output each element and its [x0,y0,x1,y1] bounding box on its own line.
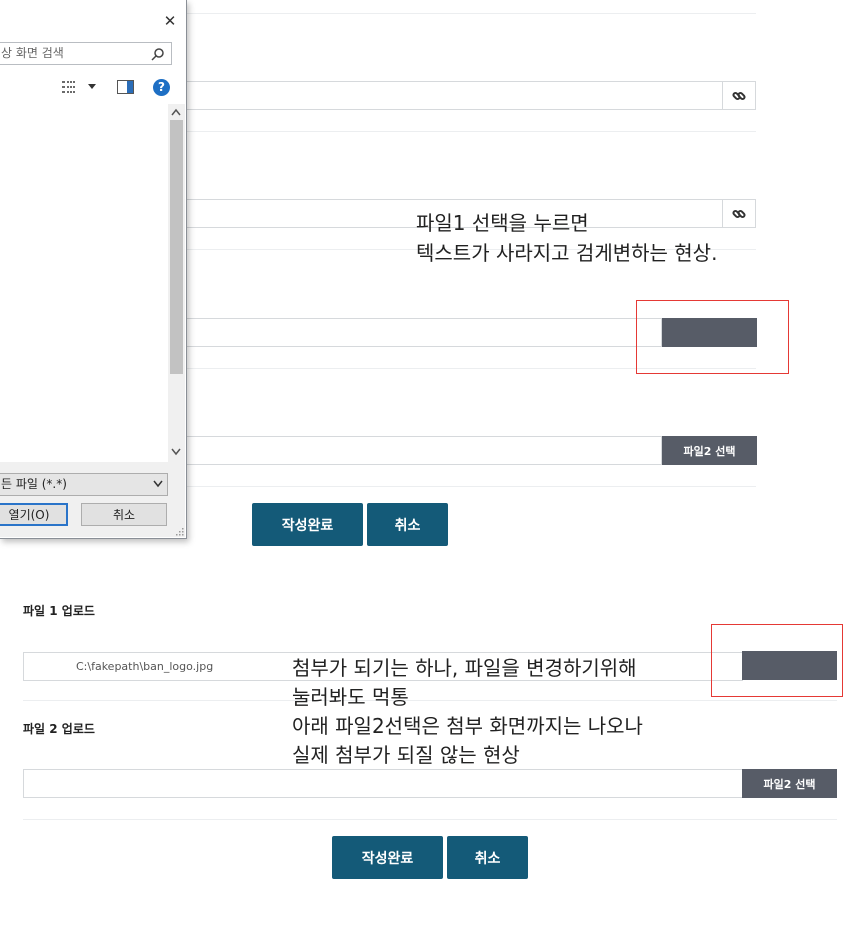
link-icon [732,91,746,100]
annotation-note: 첨부가 되기는 하나, 파일을 변경하기위해 눌러봐도 먹통 아래 파일2선택은… [292,654,643,770]
file1-path-field[interactable] [150,318,662,347]
scrollbar-thumb[interactable] [170,120,183,374]
file-open-dialog: ✕ 상 화면 검색 ? 든 파일 (*.*) 열기(O) 취소 [0,0,187,539]
annotation-line: 텍스트가 사라지고 검게변하는 현상. [416,241,718,265]
dialog-cancel-button[interactable]: 취소 [81,503,167,526]
cancel-button[interactable]: 취소 [367,503,448,546]
resize-grip-icon[interactable] [175,527,184,536]
annotation-line: 눌러봐도 먹통 [292,685,409,709]
file2-path-field[interactable] [23,769,743,798]
search-placeholder: 상 화면 검색 [1,46,64,60]
file-type-select[interactable]: 든 파일 (*.*) [0,473,168,496]
divider [23,819,837,820]
file-type-value: 든 파일 (*.*) [1,477,67,491]
scroll-down-icon[interactable] [171,448,181,456]
preview-pane-icon[interactable] [117,80,134,94]
search-icon[interactable] [151,47,165,61]
submit-button[interactable]: 작성완료 [332,836,443,879]
divider [186,486,756,487]
help-icon[interactable]: ? [153,79,170,96]
cancel-button[interactable]: 취소 [447,836,528,879]
file2-section-label: 파일 2 업로드 [23,722,95,736]
annotation-note: 파일1 선택을 누르면 텍스트가 사라지고 검게변하는 현상. [416,208,717,268]
annotation-line: 실제 첨부가 되질 않는 현상 [292,743,520,767]
highlight-box [636,300,789,374]
file2-select-button[interactable]: 파일2 선택 [662,436,757,465]
submit-button[interactable]: 작성완료 [252,503,363,546]
link-input-1[interactable] [150,81,723,110]
divider [186,13,756,14]
file1-path-value: C:\fakepath\ban_logo.jpg [76,660,214,673]
link-icon [732,209,746,218]
link-button-2[interactable] [722,199,756,228]
view-options-icon[interactable] [62,81,80,93]
chevron-down-icon[interactable] [153,480,163,488]
search-input[interactable]: 상 화면 검색 [0,42,172,65]
close-icon[interactable]: ✕ [160,11,180,31]
divider [186,131,756,132]
link-button-1[interactable] [722,81,756,110]
file2-path-field[interactable] [150,436,662,465]
open-button[interactable]: 열기(O) [0,503,68,526]
scroll-up-icon[interactable] [171,108,181,116]
file2-select-button[interactable]: 파일2 선택 [742,769,837,798]
file1-section-label: 파일 1 업로드 [23,604,95,618]
annotation-line: 파일1 선택을 누르면 [416,211,589,235]
annotation-line: 아래 파일2선택은 첨부 화면까지는 나오나 [292,714,643,738]
annotation-line: 첨부가 되기는 하나, 파일을 변경하기위해 [292,656,637,680]
highlight-box [711,624,843,697]
chevron-down-icon[interactable] [88,84,96,90]
